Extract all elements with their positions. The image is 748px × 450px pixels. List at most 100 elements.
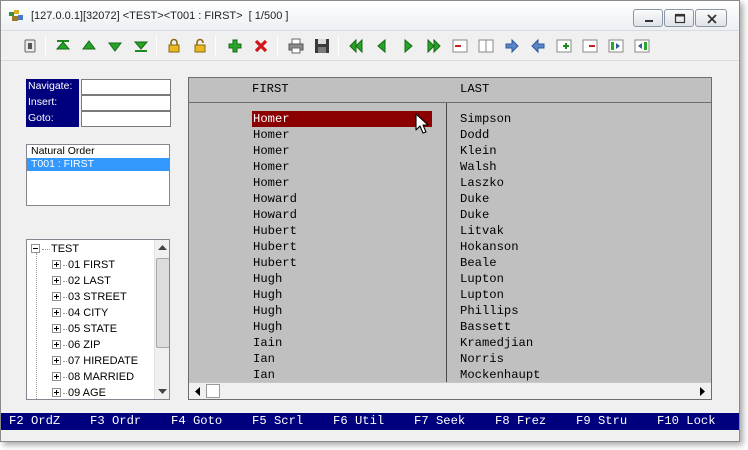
- grid-cell-last[interactable]: Mockenhaupt: [460, 367, 660, 383]
- next-page-icon[interactable]: [399, 37, 417, 55]
- freeze-left-icon[interactable]: [633, 37, 651, 55]
- scroll-left-icon[interactable]: [190, 384, 206, 399]
- grid-cell-first[interactable]: Howard: [252, 191, 432, 207]
- grid-cell-first[interactable]: Homer: [252, 159, 432, 175]
- move-left-icon[interactable]: [529, 37, 547, 55]
- grid-cell-first[interactable]: Ian: [252, 351, 432, 367]
- grid-cell-last[interactable]: Duke: [460, 191, 660, 207]
- last-page-icon[interactable]: [425, 37, 443, 55]
- function-key-5[interactable]: F5 Scrl: [252, 414, 303, 429]
- move-right-icon[interactable]: [503, 37, 521, 55]
- scroll-right-icon[interactable]: [694, 384, 710, 399]
- delete-icon[interactable]: [252, 37, 270, 55]
- print-icon[interactable]: [287, 37, 305, 55]
- minimize-button[interactable]: [633, 9, 663, 27]
- expand-icon[interactable]: [52, 276, 61, 285]
- order-list[interactable]: Natural Order T001 : FIRST: [26, 144, 170, 206]
- insert-column-icon[interactable]: [477, 37, 495, 55]
- order-item-natural[interactable]: Natural Order: [27, 145, 169, 158]
- function-key-3[interactable]: F3 Ordr: [90, 414, 141, 429]
- function-key-4[interactable]: F4 Goto: [171, 414, 222, 429]
- expand-icon[interactable]: [52, 260, 61, 269]
- grid-cell-last[interactable]: Beale: [460, 255, 660, 271]
- horizontal-scroll-thumb[interactable]: [206, 384, 220, 398]
- expand-icon[interactable]: [52, 324, 61, 333]
- prev-record-icon[interactable]: [80, 37, 98, 55]
- grid-cell-first[interactable]: Hugh: [252, 287, 432, 303]
- last-record-icon[interactable]: [132, 37, 150, 55]
- info-icon[interactable]: [21, 37, 39, 55]
- column-header-first[interactable]: FIRST: [252, 82, 289, 96]
- expand-icon[interactable]: [52, 372, 61, 381]
- grid-cell-last[interactable]: Dodd: [460, 127, 660, 143]
- scroll-down-icon[interactable]: [155, 383, 169, 399]
- grid-cell-last[interactable]: Kramedjian: [460, 335, 660, 351]
- expand-icon[interactable]: [52, 292, 61, 301]
- grid-cell-last[interactable]: Bassett: [460, 319, 660, 335]
- expand-icon[interactable]: [52, 388, 61, 397]
- remove-row-icon[interactable]: [581, 37, 599, 55]
- navigate-input[interactable]: [81, 79, 171, 95]
- grid-cell-last[interactable]: Duke: [460, 207, 660, 223]
- save-icon[interactable]: [313, 37, 331, 55]
- freeze-right-icon[interactable]: [607, 37, 625, 55]
- expand-icon[interactable]: [52, 308, 61, 317]
- expand-icon[interactable]: [52, 356, 61, 365]
- grid-cell-first[interactable]: Hubert: [252, 239, 432, 255]
- grid-cell-first[interactable]: Iain: [252, 335, 432, 351]
- scroll-up-icon[interactable]: [155, 240, 169, 256]
- first-page-icon[interactable]: [347, 37, 365, 55]
- data-grid[interactable]: FIRST LAST Homer Simpson Homer Dodd Homer Kle…: [188, 77, 712, 400]
- tree-vertical-scrollbar[interactable]: [154, 240, 169, 399]
- column-header-last[interactable]: LAST: [460, 82, 489, 96]
- function-key-9[interactable]: F9 Stru: [576, 414, 627, 429]
- delete-column-icon[interactable]: [451, 37, 469, 55]
- grid-cell-last[interactable]: Walsh: [460, 159, 660, 175]
- grid-cell-last[interactable]: Lupton: [460, 271, 660, 287]
- maximize-button[interactable]: [664, 9, 694, 27]
- expand-icon[interactable]: [52, 340, 61, 349]
- grid-cell-first[interactable]: Hugh: [252, 319, 432, 335]
- insert-input[interactable]: [81, 95, 171, 111]
- function-key-2[interactable]: F2 OrdZ: [9, 414, 60, 429]
- grid-cell-first[interactable]: Hugh: [252, 303, 432, 319]
- grid-cell-active[interactable]: Homer: [252, 111, 432, 127]
- add-row-icon[interactable]: [555, 37, 573, 55]
- grid-cell-last[interactable]: Lupton: [460, 287, 660, 303]
- function-key-6[interactable]: F6 Util: [333, 414, 384, 429]
- horizontal-scrollbar[interactable]: [189, 382, 711, 399]
- grid-cell-first[interactable]: Homer: [252, 143, 432, 159]
- collapse-icon[interactable]: [31, 244, 40, 253]
- order-item-t001[interactable]: T001 : FIRST: [27, 158, 169, 171]
- grid-cell-last[interactable]: Hokanson: [460, 239, 660, 255]
- next-record-icon[interactable]: [106, 37, 124, 55]
- grid-cell-first[interactable]: Hugh: [252, 271, 432, 287]
- grid-cell-last[interactable]: Norris: [460, 351, 660, 367]
- grid-cell-first[interactable]: Homer: [252, 175, 432, 191]
- grid-cell-first[interactable]: Ian: [252, 367, 432, 383]
- field-tree[interactable]: TEST 01 FIRST 02 LAST 03 STREET 04 CITY 05 ST…: [26, 239, 170, 400]
- grid-cell-first[interactable]: Howard: [252, 207, 432, 223]
- close-button[interactable]: [695, 9, 727, 27]
- grid-cell-first[interactable]: Hubert: [252, 255, 432, 271]
- function-key-7[interactable]: F7 Seek: [414, 414, 465, 429]
- prev-page-icon[interactable]: [373, 37, 391, 55]
- tree-scroll-thumb[interactable]: [156, 258, 169, 348]
- grid-cell-last[interactable]: Litvak: [460, 223, 660, 239]
- grid-cell-last[interactable]: Klein: [460, 143, 660, 159]
- grid-cell-last[interactable]: Laszko: [460, 175, 660, 191]
- first-record-icon[interactable]: [54, 37, 72, 55]
- tree-guide-line: [36, 253, 37, 399]
- function-key-10[interactable]: F10 Lock: [657, 414, 716, 429]
- title-bar[interactable]: [127.0.0.1][32072] <TEST><T001 : FIRST> …: [1, 1, 739, 31]
- add-icon[interactable]: [226, 37, 244, 55]
- goto-input[interactable]: [81, 111, 171, 127]
- grid-cell-last[interactable]: Simpson: [460, 111, 660, 127]
- function-key-8[interactable]: F8 Frez: [495, 414, 546, 429]
- grid-cell-first[interactable]: Hubert: [252, 223, 432, 239]
- grid-cell-last[interactable]: Phillips: [460, 303, 660, 319]
- column-divider[interactable]: [446, 103, 447, 382]
- unlock-icon[interactable]: [191, 37, 209, 55]
- lock-icon[interactable]: [165, 37, 183, 55]
- grid-cell-first[interactable]: Homer: [252, 127, 432, 143]
